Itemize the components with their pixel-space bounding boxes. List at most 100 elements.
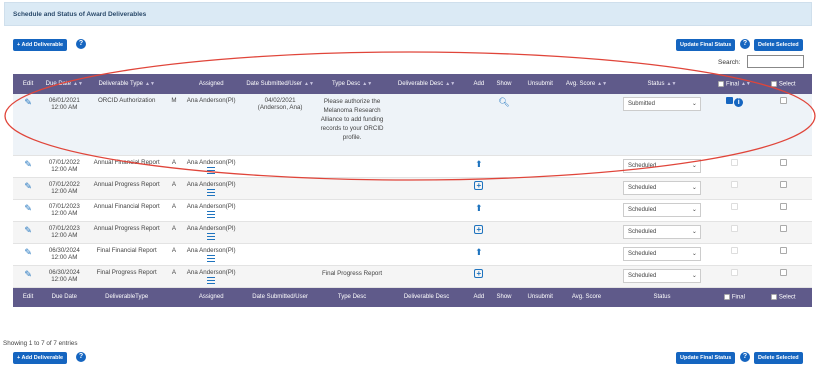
sort-icon[interactable]: ▲▼ xyxy=(362,81,372,87)
select-checkbox[interactable] xyxy=(779,202,787,210)
help-icon[interactable]: ? xyxy=(76,352,86,362)
column-header-4: Assigned xyxy=(180,74,242,94)
chevron-down-icon: ⌄ xyxy=(691,250,697,257)
chevron-down-icon: ⌄ xyxy=(691,101,697,107)
select-checkbox[interactable] xyxy=(779,158,787,166)
help-icon[interactable]: ? xyxy=(76,39,86,49)
info-icon[interactable]: i xyxy=(734,98,744,107)
edit-icon[interactable]: ✎ xyxy=(24,97,32,107)
column-label: Show xyxy=(496,81,512,87)
type-code: A xyxy=(171,246,177,254)
menu-icon[interactable] xyxy=(207,188,216,196)
column-header-10: Unsubmit xyxy=(517,287,563,307)
status-select[interactable]: Scheduled ⌄ xyxy=(622,158,701,173)
add-icon[interactable]: + xyxy=(474,224,484,234)
select-all-checkbox[interactable] xyxy=(770,80,777,87)
edit-icon[interactable]: ✎ xyxy=(24,159,32,169)
edit-icon[interactable]: ✎ xyxy=(24,269,32,279)
column-header-1[interactable]: Due Date ▲▼ xyxy=(43,74,85,94)
search-icon[interactable]: 🔍︎ xyxy=(498,97,509,107)
update-final-status-button-bottom[interactable]: Update Final Status xyxy=(676,352,736,364)
column-header-13[interactable]: Final ▲▼ xyxy=(714,74,754,94)
table-header-row: Edit Due Date ▲▼ Deliverable Type ▲▼ Assigned… xyxy=(13,74,812,94)
page-title: Schedule and Status of Award Deliverable… xyxy=(13,11,147,18)
help-icon[interactable]: ? xyxy=(740,39,750,49)
help-icon[interactable]: ? xyxy=(740,352,750,362)
status-select[interactable]: Scheduled ⌄ xyxy=(622,268,701,283)
column-header-2: DeliverableType xyxy=(85,287,168,307)
sort-icon[interactable]: ▲▼ xyxy=(445,81,455,87)
final-checkbox xyxy=(730,268,738,276)
menu-icon[interactable] xyxy=(207,232,216,240)
sort-icon[interactable]: ▲▼ xyxy=(597,81,607,87)
menu-icon[interactable] xyxy=(207,276,216,284)
menu-icon[interactable] xyxy=(207,166,216,174)
column-header-5[interactable]: Date Submitted/User ▲▼ xyxy=(242,74,317,94)
due-time: 12:00 AM xyxy=(51,165,78,173)
column-label: Select xyxy=(778,81,796,88)
column-label: Add xyxy=(473,294,485,301)
search-label: Search: xyxy=(718,59,741,66)
column-label: Unsubmit xyxy=(527,81,553,87)
deliverable-type: Final Financial Report xyxy=(96,246,157,254)
date-submitted: 04/02/2021 xyxy=(264,97,296,104)
final-all-checkbox[interactable] xyxy=(723,293,730,300)
column-header-6[interactable]: Type Desc ▲▼ xyxy=(318,74,386,94)
status-select[interactable]: Scheduled ⌄ xyxy=(622,246,701,261)
sort-icon[interactable]: ▲▼ xyxy=(667,81,677,87)
table-row: ✎ 07/01/2022 12:00 AM Annual Progress Repor… xyxy=(13,177,812,200)
add-icon[interactable]: + xyxy=(474,180,484,190)
column-label: Final xyxy=(731,294,745,301)
select-checkbox[interactable] xyxy=(779,268,787,276)
add-deliverable-button-top[interactable]: + Add Deliverable xyxy=(13,39,68,51)
menu-icon[interactable] xyxy=(207,210,216,218)
edit-icon[interactable]: ✎ xyxy=(24,181,32,191)
assigned-user: Ana Anderson(PI) xyxy=(186,158,236,166)
column-header-7[interactable]: Deliverable Desc ▲▼ xyxy=(386,74,467,94)
sort-icon[interactable]: ▲▼ xyxy=(741,81,751,87)
table-row: ✎ 06/30/2024 12:00 AM Final Progress Report… xyxy=(13,265,812,288)
delete-selected-button-top[interactable]: Delete Selected xyxy=(754,39,803,51)
status-select[interactable]: Scheduled ⌄ xyxy=(622,180,701,195)
chevron-down-icon: ⌄ xyxy=(691,162,697,169)
sort-icon[interactable]: ▲▼ xyxy=(73,81,83,87)
sort-icon[interactable]: ▲▼ xyxy=(145,81,155,87)
select-checkbox[interactable] xyxy=(779,180,787,188)
column-header-12[interactable]: Status ▲▼ xyxy=(610,74,715,94)
status-select[interactable]: Scheduled ⌄ xyxy=(622,224,701,239)
table-footer-row: Edit Due Date DeliverableType Assigned Date … xyxy=(13,287,812,307)
status-value: Scheduled xyxy=(627,228,657,235)
final-all-checkbox[interactable] xyxy=(717,80,724,87)
deliverable-type: ORCID Authorization xyxy=(97,97,156,104)
add-icon[interactable]: + xyxy=(474,268,484,278)
status-select[interactable]: Submitted ⌄ xyxy=(622,97,701,111)
column-header-12: Status xyxy=(610,287,715,307)
edit-icon[interactable]: ✎ xyxy=(24,225,32,235)
select-checkbox[interactable] xyxy=(779,246,787,254)
upload-icon[interactable]: ⬆ xyxy=(475,247,483,257)
upload-icon[interactable]: ⬆ xyxy=(475,203,483,213)
column-header-5: Date Submitted/User xyxy=(242,287,317,307)
edit-icon[interactable]: ✎ xyxy=(24,203,32,213)
add-deliverable-button-bottom[interactable]: + Add Deliverable xyxy=(13,352,68,364)
column-header-8: Add xyxy=(467,287,491,307)
select-all-checkbox[interactable] xyxy=(770,293,777,300)
column-header-2[interactable]: Deliverable Type ▲▼ xyxy=(85,74,168,94)
select-checkbox[interactable] xyxy=(779,224,787,232)
chevron-down-icon: ⌄ xyxy=(691,272,697,279)
final-checkbox xyxy=(730,224,738,232)
edit-icon[interactable]: ✎ xyxy=(24,247,32,257)
delete-selected-button-bottom[interactable]: Delete Selected xyxy=(754,352,803,364)
upload-icon[interactable]: ⬆ xyxy=(475,159,483,169)
sort-icon[interactable]: ▲▼ xyxy=(304,81,314,87)
menu-icon[interactable] xyxy=(207,254,216,262)
final-checkbox xyxy=(730,202,738,210)
search-input[interactable] xyxy=(747,55,804,68)
column-header-11[interactable]: Avg. Score ▲▼ xyxy=(563,74,609,94)
column-header-3 xyxy=(168,287,180,307)
column-label: Due Date xyxy=(45,81,72,87)
final-checkbox[interactable] xyxy=(725,97,733,104)
update-final-status-button-top[interactable]: Update Final Status xyxy=(676,39,736,51)
select-checkbox[interactable] xyxy=(779,97,787,104)
status-select[interactable]: Scheduled ⌄ xyxy=(622,202,701,217)
